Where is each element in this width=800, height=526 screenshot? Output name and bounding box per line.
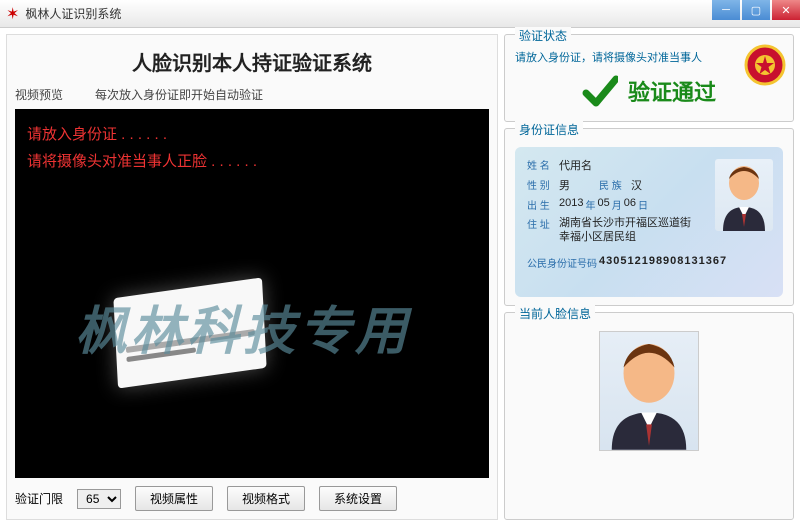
video-format-button[interactable]: 视频格式 — [227, 486, 305, 511]
threshold-label: 验证门限 — [15, 490, 63, 507]
content-area: 人脸识别本人持证验证系统 视频预览 每次放入身份证即开始自动验证 请放入身份证 … — [0, 28, 800, 526]
preview-label: 视频预览 — [15, 86, 95, 103]
scanned-card-icon — [113, 277, 266, 388]
idinfo-group: 身份证信息 姓 名代用名 性 别男民 族汉 出 生2013年05月06日 住 址… — [504, 128, 794, 306]
system-settings-button[interactable]: 系统设置 — [319, 486, 397, 511]
minimize-button[interactable]: ─ — [712, 0, 740, 20]
bottom-toolbar: 验证门限 65 视频属性 视频格式 系统设置 — [15, 486, 489, 511]
overlay-line-2: 请将摄像头对准当事人正脸 . . . . . . — [27, 148, 257, 175]
current-face-frame — [599, 331, 699, 451]
id-birth-y: 2013 — [559, 197, 583, 212]
id-nation-value: 汉 — [631, 177, 642, 193]
current-face-container — [515, 331, 783, 451]
preview-header: 视频预览 每次放入身份证即开始自动验证 — [15, 86, 489, 103]
id-sex-value: 男 — [559, 177, 599, 193]
id-birth-label: 出 生 — [527, 197, 559, 212]
titlebar: ✶ 枫林人证识别系统 ─ ▢ ✕ — [0, 0, 800, 28]
avatar-icon — [715, 159, 773, 231]
checkmark-icon — [582, 73, 618, 109]
maximize-button[interactable]: ▢ — [742, 0, 770, 20]
id-photo — [715, 159, 773, 231]
page-title: 人脸识别本人持证验证系统 — [15, 47, 489, 76]
id-sex-label: 性 别 — [527, 177, 559, 193]
id-number-label: 公民身份证号码 — [527, 255, 599, 270]
id-card: 姓 名代用名 性 别男民 族汉 出 生2013年05月06日 住 址湖南省长沙市… — [515, 147, 783, 297]
status-group: 验证状态 请放入身份证，请将摄像头对准当事人 验证通过 — [504, 34, 794, 122]
threshold-select[interactable]: 65 — [77, 489, 121, 509]
id-name-value: 代用名 — [559, 157, 592, 173]
id-nation-label: 民 族 — [599, 177, 631, 193]
id-number-value: 430512198908131367 — [599, 255, 727, 270]
right-panel: 验证状态 请放入身份证，请将摄像头对准当事人 验证通过 身份证信息 姓 名代用名… — [504, 34, 794, 520]
auto-hint: 每次放入身份证即开始自动验证 — [95, 86, 263, 103]
status-group-title: 验证状态 — [515, 27, 571, 44]
status-result: 验证通过 — [628, 75, 716, 107]
id-address-value: 湖南省长沙市开福区巡道街幸福小区居民组 — [559, 216, 699, 245]
police-badge-icon — [743, 43, 787, 87]
window-controls: ─ ▢ ✕ — [710, 0, 800, 20]
window-title: 枫林人证识别系统 — [25, 5, 121, 22]
id-birth-m: 05 — [597, 197, 609, 212]
id-address-label: 住 址 — [527, 216, 559, 245]
current-face-group: 当前人脸信息 — [504, 312, 794, 520]
overlay-instructions: 请放入身份证 . . . . . . 请将摄像头对准当事人正脸 . . . . … — [27, 121, 257, 175]
left-panel: 人脸识别本人持证验证系统 视频预览 每次放入身份证即开始自动验证 请放入身份证 … — [6, 34, 498, 520]
avatar-icon — [600, 332, 698, 450]
id-birth-d: 06 — [624, 197, 636, 212]
video-props-button[interactable]: 视频属性 — [135, 486, 213, 511]
overlay-line-1: 请放入身份证 . . . . . . — [27, 121, 257, 148]
idinfo-group-title: 身份证信息 — [515, 121, 583, 138]
video-preview: 请放入身份证 . . . . . . 请将摄像头对准当事人正脸 . . . . … — [15, 109, 489, 478]
app-logo-icon: ✶ — [6, 4, 19, 24]
close-button[interactable]: ✕ — [772, 0, 800, 20]
id-name-label: 姓 名 — [527, 157, 559, 173]
current-face-group-title: 当前人脸信息 — [515, 305, 595, 322]
